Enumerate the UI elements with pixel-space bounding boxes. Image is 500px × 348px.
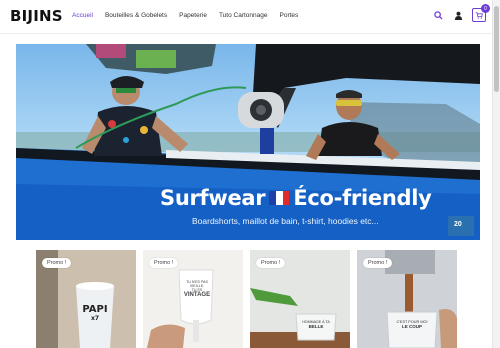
page-scrollbar[interactable]	[492, 0, 500, 348]
hero-subtitle: Boardshorts, maillot de bain, t-shirt, h…	[192, 216, 379, 226]
hero-photo	[16, 44, 480, 240]
promo-badge: Promo !	[363, 258, 393, 268]
account-icon[interactable]	[452, 9, 464, 21]
product-card[interactable]: Promo ! HOMMAGE À TA BELLE	[250, 250, 350, 348]
cart-count-badge: 0	[481, 4, 490, 13]
product-card[interactable]: Promo ! C'EST POUR MOI LE COUP	[357, 250, 457, 348]
print-line: BELLE	[308, 324, 324, 329]
site-logo[interactable]: BIJINS	[10, 7, 63, 25]
print-line: x7	[90, 315, 100, 322]
print-line: PAPI	[82, 304, 108, 315]
site-header: BIJINS Accueil Bouteilles & Gobelets Pap…	[0, 0, 492, 34]
product-print: PAPI x7	[80, 304, 110, 322]
product-print: C'EST POUR MOI LE COUP	[389, 320, 435, 329]
promo-badge: Promo !	[256, 258, 286, 268]
hero-title-left: Surfwear	[160, 186, 266, 210]
cart-icon	[475, 12, 483, 19]
product-grid: Promo ! PAPI x7 Promo ! TU N'ES PAS VIEI…	[36, 250, 458, 348]
promo-badge: Promo !	[42, 258, 72, 268]
nav-item-tuto-cartonnage[interactable]: Tuto Cartonnage	[219, 12, 268, 19]
product-card[interactable]: Promo ! TU N'ES PAS VIEILLE, TU ES VINTA…	[143, 250, 243, 348]
nav-item-papeterie[interactable]: Papeterie	[179, 12, 207, 19]
hero-title: Surfwear Éco-friendly	[160, 186, 432, 210]
boat-badge-number: 20	[454, 221, 462, 228]
nav-item-accueil[interactable]: Accueil	[72, 12, 93, 19]
promo-badge: Promo !	[149, 258, 179, 268]
nav-item-portes[interactable]: Portes	[280, 12, 299, 19]
product-print: HOMMAGE À TA BELLE	[298, 320, 334, 329]
print-line: LE COUP	[401, 324, 422, 329]
header-actions: 0	[432, 4, 490, 22]
search-icon[interactable]	[432, 9, 444, 21]
hero-banner[interactable]: Surfwear Éco-friendly Boardshorts, maill…	[16, 44, 480, 240]
product-print: TU N'ES PAS VIEILLE, TU ES VINTAGE	[181, 280, 213, 298]
cart-button[interactable]: 0	[472, 4, 490, 22]
print-line: VINTAGE	[183, 292, 211, 298]
hero-title-right: Éco-friendly	[293, 186, 432, 210]
france-flag-icon	[269, 191, 290, 205]
scrollbar-thumb[interactable]	[494, 6, 499, 92]
main-nav: Accueil Bouteilles & Gobelets Papeterie …	[72, 12, 310, 19]
product-card[interactable]: Promo ! PAPI x7	[36, 250, 136, 348]
nav-item-bouteilles[interactable]: Bouteilles & Gobelets	[105, 12, 167, 19]
print-line: TU N'ES PAS VIEILLE,	[186, 280, 208, 288]
